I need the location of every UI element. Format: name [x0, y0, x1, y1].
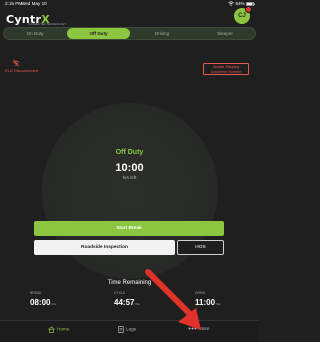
- battery-percent: 84%: [235, 1, 245, 6]
- start-break-button[interactable]: Start Break: [34, 221, 224, 236]
- bottom-navigation: Home Logs More: [0, 320, 259, 342]
- logo-tagline: CONNECTED TECHNOLOGY: [28, 22, 67, 26]
- eld-status-text: ELD Disconnected: [5, 68, 39, 73]
- break-value: 08:00hrs: [30, 298, 56, 307]
- notification-badge: [245, 6, 252, 13]
- current-duty-status: Off Duty: [115, 149, 144, 156]
- nav-logs-label: Logs: [126, 326, 136, 332]
- tab-sleeper[interactable]: Sleeper: [194, 28, 256, 39]
- nav-more-label: More: [199, 326, 210, 331]
- nav-home[interactable]: Home: [48, 326, 69, 333]
- nav-logs[interactable]: Logs: [118, 326, 136, 333]
- roadside-inspection-button[interactable]: Roadside Inspection: [34, 240, 175, 255]
- home-icon: [48, 326, 55, 333]
- wifi-icon: [228, 1, 234, 7]
- cycle-label: CYCLE: [114, 291, 126, 295]
- update-shipping-document-button[interactable]: Update Shipping Document Number: [203, 63, 249, 75]
- app-logo: CyntrX CONNECTED TECHNOLOGY: [6, 10, 66, 26]
- tab-on-duty[interactable]: On Duty: [4, 28, 66, 39]
- duty-status-tabs: On Duty Off Duty Driving Sleeper: [3, 27, 256, 40]
- hours-left-value: 10:00: [115, 162, 144, 174]
- update-button-line2: Document Number: [210, 70, 242, 74]
- drive-unit: hrs: [216, 302, 221, 306]
- hours-left-caption: hrs left: [122, 175, 137, 180]
- status-indicators: 84%: [228, 1, 255, 7]
- status-date: Wed May 10: [21, 1, 47, 6]
- drive-label: DRIVE: [195, 291, 206, 295]
- status-bar: 2:15 PM Wed May 10 84%: [0, 0, 259, 9]
- cycle-value: 44:57hrs: [114, 298, 140, 307]
- status-time: 2:15 PM: [5, 1, 23, 6]
- tab-driving[interactable]: Driving: [131, 28, 193, 39]
- break-label: BREAK: [30, 291, 42, 295]
- logs-icon: [118, 326, 124, 333]
- time-remaining-title: Time Remaining: [107, 280, 152, 286]
- more-dots-icon: [188, 327, 197, 330]
- cycle-unit: hrs: [135, 302, 140, 306]
- eld-disconnected-icon: [12, 59, 20, 67]
- nav-home-label: Home: [57, 326, 70, 332]
- nav-more[interactable]: More: [188, 326, 209, 331]
- drive-value: 11:00hrs: [195, 298, 221, 307]
- break-unit: hrs: [51, 302, 56, 306]
- tab-off-duty[interactable]: Off Duty: [67, 28, 130, 39]
- hos-button[interactable]: HOS: [177, 240, 224, 255]
